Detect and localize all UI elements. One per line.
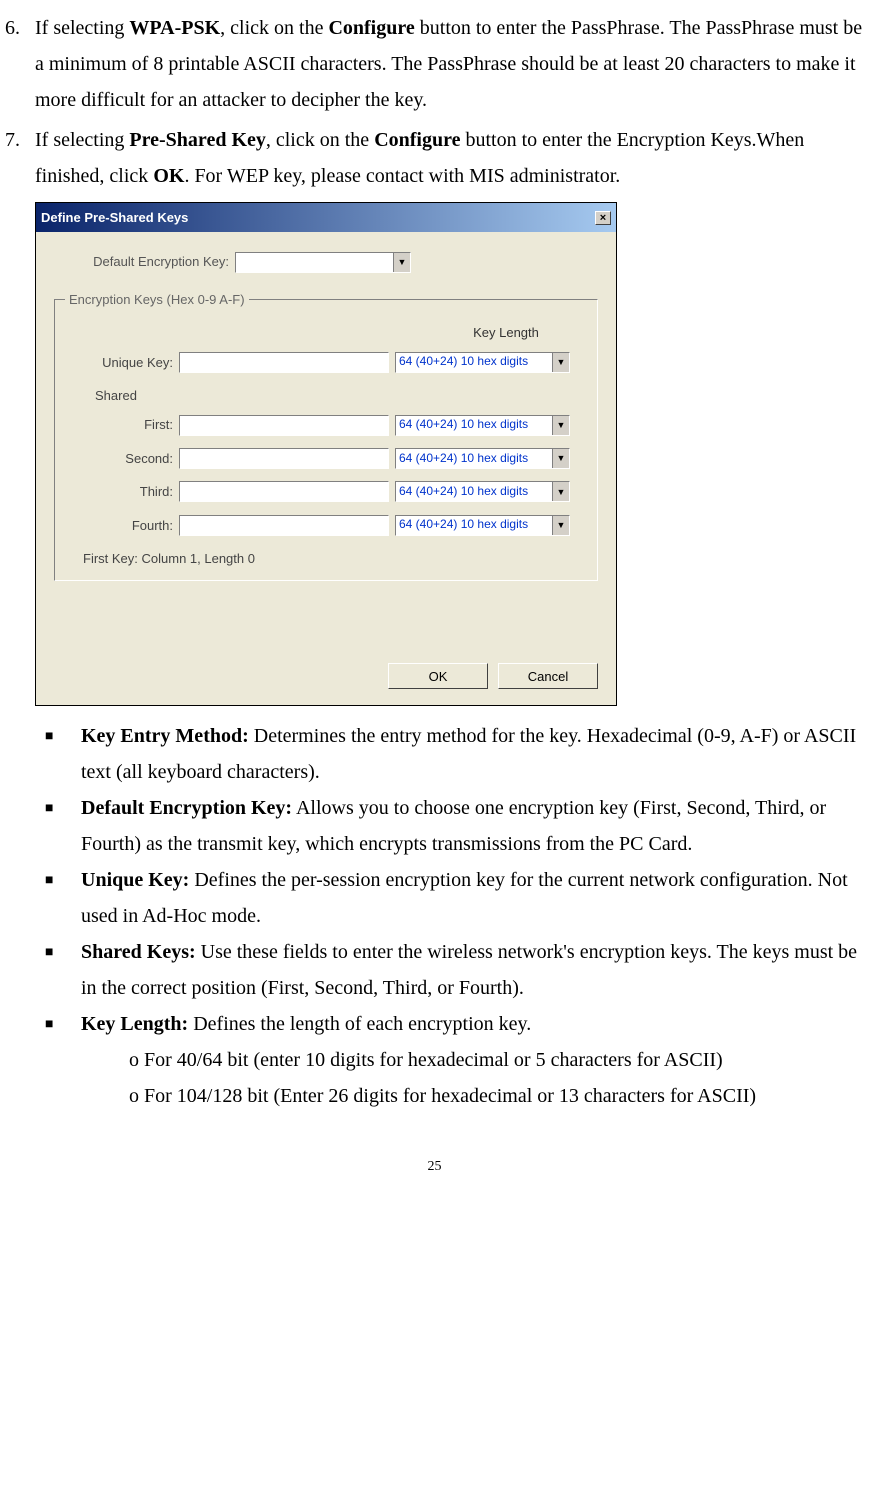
dropdown-text: 64 (40+24) 10 hex digits bbox=[396, 448, 552, 470]
label-default-encryption: Default Encryption Key: bbox=[54, 250, 235, 273]
text: If selecting bbox=[35, 129, 129, 151]
bullet-shared-keys: ■ Shared Keys: Use these fields to enter… bbox=[45, 934, 864, 1006]
bullet-body: Default Encryption Key: Allows you to ch… bbox=[81, 790, 864, 862]
bullet-text: Defines the length of each encryption ke… bbox=[188, 1013, 531, 1035]
list-number: 6. bbox=[5, 10, 35, 118]
dropdown-fourth-length[interactable]: 64 (40+24) 10 hex digits ▼ bbox=[395, 515, 570, 536]
cancel-button[interactable]: Cancel bbox=[498, 663, 598, 689]
text: , click on the bbox=[266, 129, 374, 151]
text: , click on the bbox=[220, 17, 328, 39]
bullet-title: Default Encryption Key: bbox=[81, 797, 292, 819]
row-unique: Unique Key: 64 (40+24) 10 hex digits ▼ bbox=[65, 351, 587, 374]
key-length-header: Key Length bbox=[425, 321, 587, 344]
text: . For WEP key, please contact with MIS a… bbox=[184, 165, 620, 187]
bullet-icon: ■ bbox=[45, 934, 81, 1006]
dropdown-second-length[interactable]: 64 (40+24) 10 hex digits ▼ bbox=[395, 448, 570, 469]
dropdown-unique-length[interactable]: 64 (40+24) 10 hex digits ▼ bbox=[395, 352, 570, 373]
input-second-key[interactable] bbox=[179, 448, 389, 469]
bullet-body: Shared Keys: Use these fields to enter t… bbox=[81, 934, 864, 1006]
row-fourth: Fourth: 64 (40+24) 10 hex digits ▼ bbox=[65, 514, 587, 537]
row-default-encryption: Default Encryption Key: ▼ bbox=[54, 250, 598, 273]
chevron-down-icon: ▼ bbox=[552, 516, 569, 535]
bullet-text: Use these fields to enter the wireless n… bbox=[81, 941, 857, 999]
row-third: Third: 64 (40+24) 10 hex digits ▼ bbox=[65, 480, 587, 503]
bold-wpa-psk: WPA-PSK bbox=[129, 17, 220, 39]
bullet-icon: ■ bbox=[45, 790, 81, 862]
label-third: Third: bbox=[65, 480, 179, 503]
chevron-down-icon: ▼ bbox=[393, 253, 410, 272]
dropdown-text: 64 (40+24) 10 hex digits bbox=[396, 414, 552, 436]
dropdown-text: 64 (40+24) 10 hex digits bbox=[396, 351, 552, 373]
chevron-down-icon: ▼ bbox=[552, 482, 569, 501]
cancel-label: Cancel bbox=[528, 665, 568, 688]
fieldset-legend: Encryption Keys (Hex 0-9 A-F) bbox=[65, 288, 249, 311]
bullet-icon: ■ bbox=[45, 1006, 81, 1114]
input-fourth-key[interactable] bbox=[179, 515, 389, 536]
bullet-body: Unique Key: Defines the per-session encr… bbox=[81, 862, 864, 934]
page-number: 25 bbox=[5, 1154, 864, 1179]
bullet-key-entry: ■ Key Entry Method: Determines the entry… bbox=[45, 718, 864, 790]
fieldset-encryption-keys: Encryption Keys (Hex 0-9 A-F) Key Length… bbox=[54, 288, 598, 582]
bullet-default-enc: ■ Default Encryption Key: Allows you to … bbox=[45, 790, 864, 862]
dropdown-text: 64 (40+24) 10 hex digits bbox=[396, 481, 552, 503]
ok-button[interactable]: OK bbox=[388, 663, 488, 689]
bullet-icon: ■ bbox=[45, 718, 81, 790]
input-unique-key[interactable] bbox=[179, 352, 389, 373]
bold-configure: Configure bbox=[374, 129, 460, 151]
list-item-7: 7. If selecting Pre-Shared Key, click on… bbox=[5, 122, 864, 714]
dialog-define-preshared-keys: Define Pre-Shared Keys × Default Encrypt… bbox=[35, 202, 617, 706]
titlebar: Define Pre-Shared Keys × bbox=[36, 203, 616, 232]
status-line: First Key: Column 1, Length 0 bbox=[83, 547, 587, 570]
bullet-key-length: ■ Key Length: Defines the length of each… bbox=[45, 1006, 864, 1114]
bullet-title: Key Entry Method: bbox=[81, 725, 249, 747]
bullet-body: Key Length: Defines the length of each e… bbox=[81, 1006, 864, 1114]
label-unique: Unique Key: bbox=[65, 351, 179, 374]
sub-item-40-64: o For 40/64 bit (enter 10 digits for hex… bbox=[129, 1042, 864, 1078]
close-button[interactable]: × bbox=[595, 211, 611, 225]
bullet-body: Key Entry Method: Determines the entry m… bbox=[81, 718, 864, 790]
chevron-down-icon: ▼ bbox=[552, 449, 569, 468]
row-second: Second: 64 (40+24) 10 hex digits ▼ bbox=[65, 447, 587, 470]
input-third-key[interactable] bbox=[179, 481, 389, 502]
label-fourth: Fourth: bbox=[65, 514, 179, 537]
label-second: Second: bbox=[65, 447, 179, 470]
list-body: If selecting Pre-Shared Key, click on th… bbox=[35, 122, 864, 714]
dropdown-third-length[interactable]: 64 (40+24) 10 hex digits ▼ bbox=[395, 481, 570, 502]
list-body: If selecting WPA-PSK, click on the Confi… bbox=[35, 10, 864, 118]
dropdown-first-length[interactable]: 64 (40+24) 10 hex digits ▼ bbox=[395, 415, 570, 436]
dropdown-default-encryption[interactable]: ▼ bbox=[235, 252, 411, 273]
bold-configure: Configure bbox=[328, 17, 414, 39]
text: If selecting bbox=[35, 17, 129, 39]
dialog-title: Define Pre-Shared Keys bbox=[41, 206, 188, 229]
dialog-body: Default Encryption Key: ▼ Encryption Key… bbox=[36, 232, 616, 603]
bold-preshared: Pre-Shared Key bbox=[129, 129, 265, 151]
chevron-down-icon: ▼ bbox=[552, 416, 569, 435]
list-number: 7. bbox=[5, 122, 35, 714]
button-row: OK Cancel bbox=[36, 663, 616, 705]
sub-item-104-128: o For 104/128 bit (Enter 26 digits for h… bbox=[129, 1078, 864, 1114]
list-item-6: 6. If selecting WPA-PSK, click on the Co… bbox=[5, 10, 864, 118]
ok-label: OK bbox=[429, 665, 448, 688]
bullet-icon: ■ bbox=[45, 862, 81, 934]
bullet-unique-key: ■ Unique Key: Defines the per-session en… bbox=[45, 862, 864, 934]
input-first-key[interactable] bbox=[179, 415, 389, 436]
bullet-title: Unique Key: bbox=[81, 869, 189, 891]
bold-ok: OK bbox=[153, 165, 184, 187]
dropdown-text: 64 (40+24) 10 hex digits bbox=[396, 514, 552, 536]
bullet-title: Key Length: bbox=[81, 1013, 188, 1035]
close-icon: × bbox=[600, 212, 606, 224]
bullet-title: Shared Keys: bbox=[81, 941, 196, 963]
label-shared: Shared bbox=[95, 384, 587, 407]
chevron-down-icon: ▼ bbox=[552, 353, 569, 372]
label-first: First: bbox=[65, 413, 179, 436]
row-first: First: 64 (40+24) 10 hex digits ▼ bbox=[65, 413, 587, 436]
bullet-text: Defines the per-session encryption key f… bbox=[81, 869, 848, 927]
